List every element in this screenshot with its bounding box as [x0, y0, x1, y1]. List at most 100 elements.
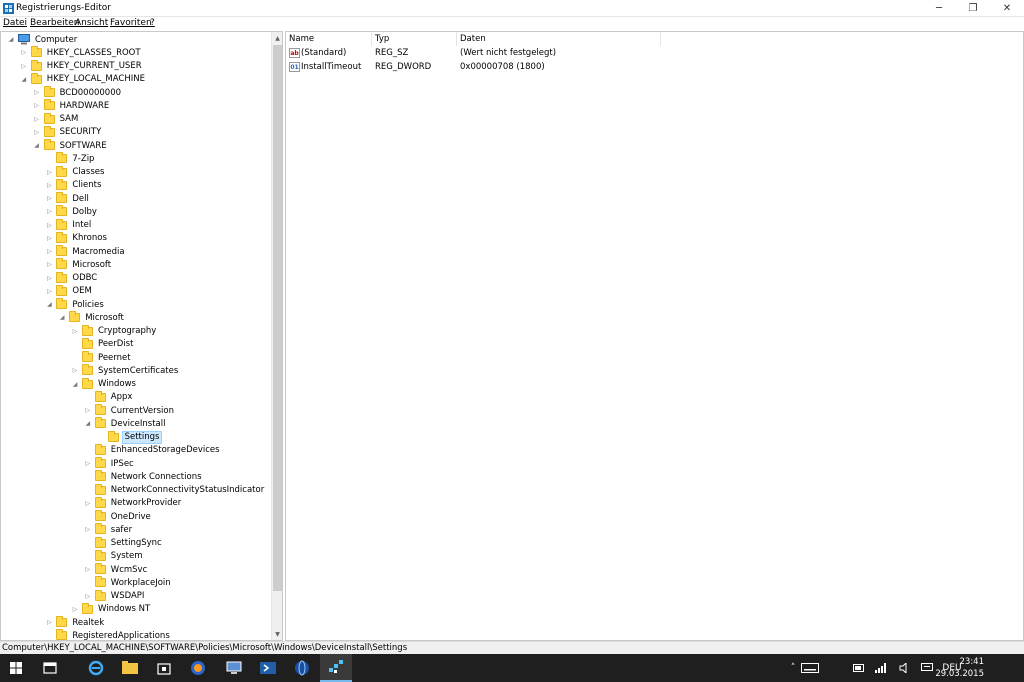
tree-item[interactable]: ▷ Microsoft [44, 258, 113, 271]
tree-item[interactable]: ▷ NetworkProvider [83, 496, 184, 510]
taskbar-registry-editor[interactable] [320, 654, 352, 682]
tree-item[interactable]: ◢ HKEY_LOCAL_MACHINE [19, 72, 147, 86]
scroll-down-icon[interactable]: ▼ [272, 628, 282, 640]
start-button[interactable] [0, 654, 32, 682]
expand-arrow-icon[interactable]: ▷ [44, 258, 54, 271]
tree-item[interactable]: RegisteredApplications [44, 629, 171, 640]
expand-arrow-icon[interactable]: ▷ [70, 364, 80, 377]
keyboard-icon[interactable] [800, 662, 820, 674]
tree-item[interactable]: ▷ IPSec [83, 457, 136, 470]
taskbar-app-monitor[interactable] [218, 654, 250, 682]
tree-item[interactable]: ▷ Dolby [44, 205, 99, 218]
task-view-button[interactable] [34, 654, 66, 682]
tree-item[interactable]: ▷ Windows NT [70, 602, 152, 616]
tree-item[interactable]: ▷ WSDAPI [83, 589, 147, 603]
value-row[interactable]: ab (Standard) REG_SZ (Wert nicht festgele… [286, 47, 1023, 60]
maximize-button[interactable]: ❐ [956, 0, 990, 17]
expand-arrow-icon[interactable]: ▷ [83, 404, 93, 417]
expand-arrow-icon[interactable]: ▷ [32, 113, 42, 126]
expand-arrow-icon[interactable]: ▷ [83, 457, 93, 470]
tree-item[interactable]: ◢ Microsoft [57, 311, 126, 324]
column-header-data[interactable]: Daten [457, 32, 661, 46]
tree-item[interactable]: Appx [83, 390, 135, 404]
values-pane[interactable]: Name Typ Daten ab (Standard) REG_SZ (Wert… [285, 31, 1024, 641]
tree-item[interactable]: ▷ Cryptography [70, 324, 158, 338]
tree-item[interactable]: ▷ Dell [44, 192, 91, 205]
close-button[interactable]: ✕ [990, 0, 1024, 17]
menu-bearbeiten[interactable]: Bearbeiten [30, 18, 79, 28]
tree-scrollbar[interactable]: ▲ ▼ [271, 32, 282, 640]
collapse-arrow-icon[interactable]: ◢ [6, 33, 16, 46]
tree-item[interactable]: Peernet [70, 351, 133, 364]
collapse-arrow-icon[interactable]: ◢ [44, 298, 54, 311]
taskbar-internet-explorer[interactable] [80, 654, 112, 682]
expand-arrow-icon[interactable]: ▷ [44, 192, 54, 205]
expand-arrow-icon[interactable]: ▷ [19, 46, 29, 59]
expand-arrow-icon[interactable]: ▷ [44, 205, 54, 218]
chevron-up-icon[interactable]: ˄ [788, 662, 798, 674]
tree-item[interactable]: PeerDist [70, 337, 135, 351]
tree-item[interactable]: 7-Zip [44, 152, 96, 165]
taskbar-store[interactable] [148, 654, 180, 682]
tree-item[interactable]: ▷ HARDWARE [32, 99, 112, 112]
network-signal-icon[interactable] [874, 662, 888, 674]
menu-ansicht[interactable]: Ansicht [75, 18, 108, 28]
expand-arrow-icon[interactable]: ▷ [44, 232, 54, 245]
tree-item[interactable]: ▷ CurrentVersion [83, 404, 176, 417]
tree-item[interactable]: ▷ BCD00000000 [32, 86, 123, 99]
scroll-up-icon[interactable]: ▲ [272, 32, 282, 44]
tree-item[interactable]: ◢ Policies [44, 298, 105, 311]
collapse-arrow-icon[interactable]: ◢ [57, 311, 67, 324]
expand-arrow-icon[interactable]: ▷ [70, 603, 80, 616]
tree-item[interactable]: ▷ Intel [44, 218, 93, 232]
volume-icon[interactable] [898, 662, 912, 674]
tree-item[interactable]: ▷ Realtek [44, 616, 106, 629]
tree-item[interactable]: System [83, 549, 145, 563]
expand-arrow-icon[interactable]: ▷ [32, 126, 42, 139]
expand-arrow-icon[interactable]: ▷ [83, 497, 93, 510]
column-header-type[interactable]: Typ [372, 32, 457, 46]
expand-arrow-icon[interactable]: ▷ [44, 219, 54, 232]
expand-arrow-icon[interactable]: ▷ [32, 99, 42, 112]
collapse-arrow-icon[interactable]: ◢ [70, 378, 80, 391]
tree-item[interactable]: Network Connections [83, 470, 204, 483]
expand-arrow-icon[interactable]: ▷ [44, 179, 54, 192]
tree-item[interactable]: ◢ Windows [70, 377, 138, 391]
expand-arrow-icon[interactable]: ▷ [44, 272, 54, 285]
taskbar-app-browser[interactable] [182, 654, 214, 682]
tree-item[interactable]: ▷ OEM [44, 284, 93, 298]
clock-date[interactable]: 29.03.2015 [924, 669, 984, 679]
minimize-button[interactable]: ─ [922, 0, 956, 17]
menu-help[interactable]: ? [150, 18, 155, 28]
tree-item[interactable]: ▷ WcmSvc [83, 563, 149, 576]
key-tree-pane[interactable]: ◢ Computer ▷ HKEY_CLASSES_ROOT ▷ HKEY_CURRENT… [0, 31, 283, 641]
tree-item[interactable]: ▷ Macromedia [44, 245, 126, 258]
tree-item[interactable]: ◢ Computer [6, 33, 79, 46]
tree-item[interactable]: ◢ DeviceInstall [83, 417, 168, 430]
taskbar-app-powershell[interactable] [252, 654, 284, 682]
tree-item[interactable]: ▷ HKEY_CURRENT_USER [19, 59, 144, 73]
menu-favoriten[interactable]: Favoriten [110, 18, 152, 28]
collapse-arrow-icon[interactable]: ◢ [19, 73, 29, 86]
scroll-thumb[interactable] [273, 45, 282, 591]
menu-datei[interactable]: Datei [3, 18, 27, 28]
collapse-arrow-icon[interactable]: ◢ [32, 139, 42, 152]
expand-arrow-icon[interactable]: ▷ [32, 86, 42, 99]
taskbar-file-explorer[interactable] [114, 654, 146, 682]
clock-time[interactable]: 23:41 [924, 657, 985, 667]
battery-icon[interactable] [852, 662, 866, 674]
tree-item[interactable]: ▷ Classes [44, 165, 106, 179]
tree-item[interactable]: NetworkConnectivityStatusIndicator [83, 483, 266, 497]
tree-item[interactable]: ▷ Clients [44, 178, 103, 192]
tree-item[interactable]: OneDrive [83, 510, 153, 523]
expand-arrow-icon[interactable]: ▷ [44, 616, 54, 629]
tree-item[interactable]: Settings [96, 430, 163, 444]
tree-item[interactable]: SettingSync [83, 536, 164, 550]
tree-item[interactable]: ◢ SOFTWARE [32, 139, 109, 152]
expand-arrow-icon[interactable]: ▷ [19, 60, 29, 73]
column-header-name[interactable]: Name [286, 32, 372, 46]
tree-item[interactable]: WorkplaceJoin [83, 576, 173, 589]
expand-arrow-icon[interactable]: ▷ [70, 325, 80, 338]
expand-arrow-icon[interactable]: ▷ [44, 166, 54, 179]
taskbar-app-globe[interactable] [286, 654, 318, 682]
